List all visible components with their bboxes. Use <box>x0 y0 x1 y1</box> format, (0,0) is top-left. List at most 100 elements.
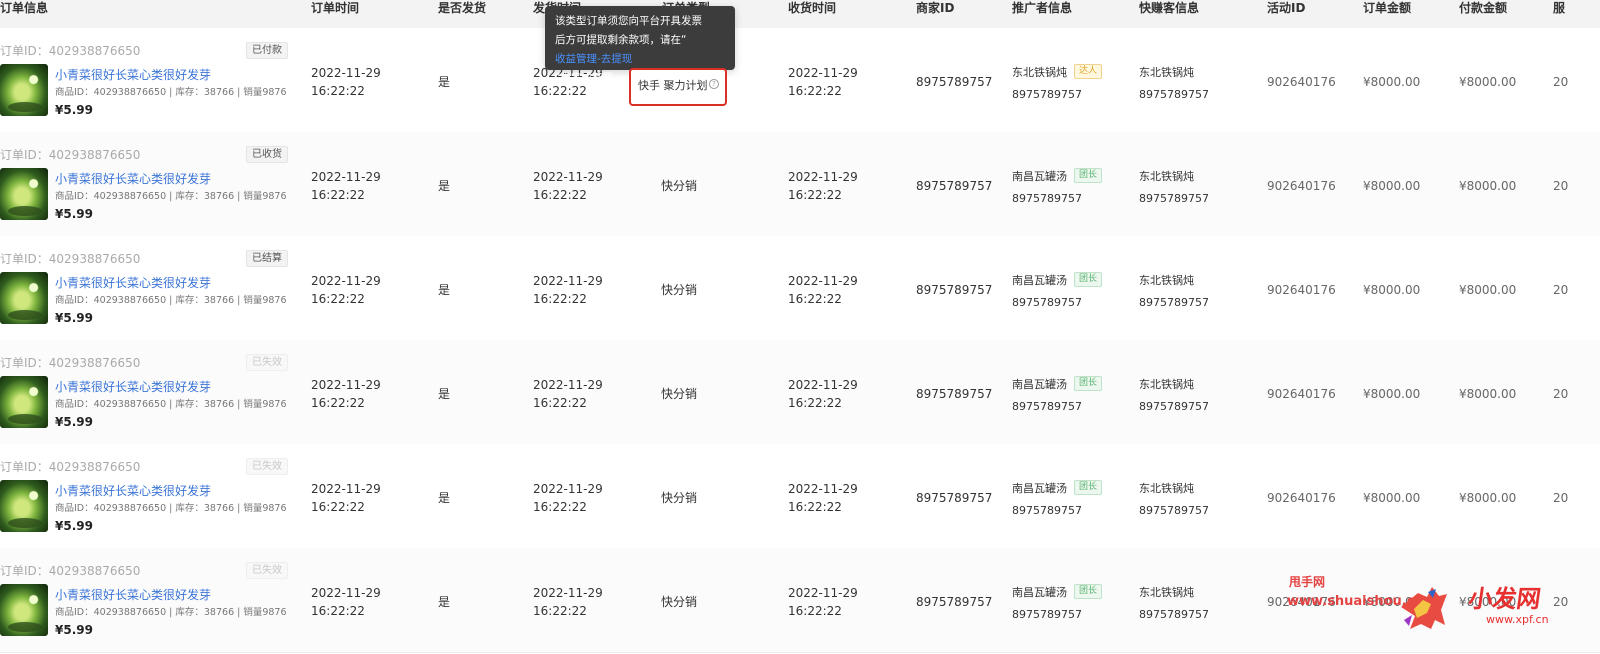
payment-amount: ¥8000.00 <box>1459 387 1517 401</box>
promoter-id: 8975789757 <box>1012 400 1082 413</box>
order-clock: 16:22:22 <box>311 604 365 618</box>
product-title-link[interactable]: 小青菜很好长菜心类很好发芽 <box>55 66 211 83</box>
receive-clock: 16:22:22 <box>788 188 842 202</box>
product-image <box>0 376 48 428</box>
order-date: 2022-11-29 <box>311 66 381 80</box>
header-cell: 订单时间 <box>311 1 360 15</box>
order-type-highlight[interactable]: 快手 聚力计划 ? <box>629 68 727 106</box>
ship-clock: 16:22:22 <box>533 188 587 202</box>
service-cell: 20 <box>1553 179 1569 193</box>
watermark-line-1: 甩手网 <box>1289 575 1326 589</box>
activity-id: 902640176 <box>1267 283 1336 297</box>
product-meta: 商品ID：402938876650 | 库存：38766 | 销量9876 <box>55 399 287 410</box>
merchant-id: 8975789757 <box>916 179 993 193</box>
header-cell: 是否发货 <box>438 1 487 15</box>
status-badge: 已收货 <box>246 146 288 163</box>
merchant-id: 8975789757 <box>916 491 993 505</box>
payment-amount: ¥8000.00 <box>1459 75 1517 89</box>
product-meta: 商品ID：402938876650 | 库存：38766 | 销量9876 <box>55 295 287 306</box>
header-cell: 快赚客信息 <box>1139 1 1200 15</box>
payment-amount: ¥8000.00 <box>1459 283 1517 297</box>
receive-date: 2022-11-29 <box>788 482 858 496</box>
shipped-flag: 是 <box>438 387 451 401</box>
product-image <box>0 168 48 220</box>
order-amount: ¥8000.00 <box>1363 75 1421 89</box>
product-image <box>0 480 48 532</box>
fast-earner-id: 8975789757 <box>1139 88 1209 101</box>
shipped-flag: 是 <box>438 179 451 193</box>
promoter-tag: 团长 <box>1074 272 1103 287</box>
promoter-name: 东北铁锅炖 <box>1012 66 1067 79</box>
payment-amount: ¥8000.00 <box>1459 491 1517 505</box>
order-time: 2022-11-29 16:22:22 <box>311 168 381 204</box>
receive-date: 2022-11-29 <box>788 378 858 392</box>
fast-earner-name: 东北铁锅炖 <box>1139 274 1194 287</box>
service-cell: 20 <box>1553 595 1569 609</box>
product-price: ¥5.99 <box>55 207 93 221</box>
product-image <box>0 584 48 636</box>
ship-time: 2022-11-29 16:22:22 <box>533 376 603 412</box>
order-type: 快分销 <box>661 387 698 401</box>
status-badge: 已失效 <box>246 458 288 475</box>
watermark-brand-big: 小发网 <box>1466 585 1543 613</box>
ship-clock: 16:22:22 <box>533 500 587 514</box>
order-date: 2022-11-29 <box>311 482 381 496</box>
product-meta: 商品ID：402938876650 | 库存：38766 | 销量9876 <box>55 503 287 514</box>
product-title-link[interactable]: 小青菜很好长菜心类很好发芽 <box>55 170 211 187</box>
order-amount: ¥8000.00 <box>1363 387 1421 401</box>
promoter-name: 南昌瓦罐汤 <box>1012 274 1067 287</box>
fast-earner-id: 8975789757 <box>1139 296 1209 309</box>
fast-earner-id: 8975789757 <box>1139 192 1209 205</box>
receive-time: 2022-11-29 16:22:22 <box>788 376 858 412</box>
shipped-flag: 是 <box>438 283 451 297</box>
order-amount: ¥8000.00 <box>1363 283 1421 297</box>
income-withdraw-link[interactable]: 收益管理-去提现 <box>555 50 725 69</box>
receive-clock: 16:22:22 <box>788 396 842 410</box>
status-badge: 已失效 <box>246 562 288 579</box>
promoter-tag: 达人 <box>1074 64 1103 79</box>
activity-id: 902640176 <box>1267 179 1336 193</box>
order-id: 订单ID：402938876650 <box>0 148 141 162</box>
order-date: 2022-11-29 <box>311 170 381 184</box>
promoter-name: 南昌瓦罐汤 <box>1012 586 1067 599</box>
product-price: ¥5.99 <box>55 311 93 325</box>
product-title-link[interactable]: 小青菜很好长菜心类很好发芽 <box>55 482 211 499</box>
shipped-flag: 是 <box>438 75 451 89</box>
order-time: 2022-11-29 16:22:22 <box>311 480 381 516</box>
receive-date: 2022-11-29 <box>788 586 858 600</box>
status-badge: 已失效 <box>246 354 288 371</box>
service-cell: 20 <box>1553 75 1569 89</box>
ship-date: 2022-11-29 <box>533 378 603 392</box>
ship-time: 2022-11-29 16:22:22 <box>533 584 603 620</box>
receive-time: 2022-11-29 16:22:22 <box>788 584 858 620</box>
product-title-link[interactable]: 小青菜很好长菜心类很好发芽 <box>55 586 211 603</box>
product-title-link[interactable]: 小青菜很好长菜心类很好发芽 <box>55 378 211 395</box>
fast-earner-id: 8975789757 <box>1139 608 1209 621</box>
order-type-label: 快手 聚力计划 <box>638 79 708 92</box>
order-type: 快分销 <box>661 491 698 505</box>
header-cell: 商家ID <box>916 1 955 15</box>
status-badge: 已结算 <box>246 250 288 267</box>
watermark-logo-icon <box>1401 587 1447 629</box>
order-time: 2022-11-29 16:22:22 <box>311 64 381 100</box>
payment-amount: ¥8000.00 <box>1459 179 1517 193</box>
header-cell: 收货时间 <box>788 1 837 15</box>
promoter-id: 8975789757 <box>1012 296 1082 309</box>
receive-clock: 16:22:22 <box>788 84 842 98</box>
promoter-tag: 团长 <box>1074 584 1103 599</box>
service-cell: 20 <box>1553 387 1569 401</box>
order-time: 2022-11-29 16:22:22 <box>311 584 381 620</box>
ship-time: 2022-11-29 16:22:22 <box>533 168 603 204</box>
ship-clock: 16:22:22 <box>533 396 587 410</box>
promoter-id: 8975789757 <box>1012 608 1082 621</box>
receive-time: 2022-11-29 16:22:22 <box>788 480 858 516</box>
watermark-brand-small: www.xpf.cn <box>1486 613 1549 626</box>
order-clock: 16:22:22 <box>311 188 365 202</box>
ship-clock: 16:22:22 <box>533 604 587 618</box>
order-clock: 16:22:22 <box>311 396 365 410</box>
product-title-link[interactable]: 小青菜很好长菜心类很好发芽 <box>55 274 211 291</box>
help-icon[interactable]: ? <box>709 79 719 89</box>
service-cell: 20 <box>1553 283 1569 297</box>
activity-id: 902640176 <box>1267 491 1336 505</box>
order-date: 2022-11-29 <box>311 586 381 600</box>
